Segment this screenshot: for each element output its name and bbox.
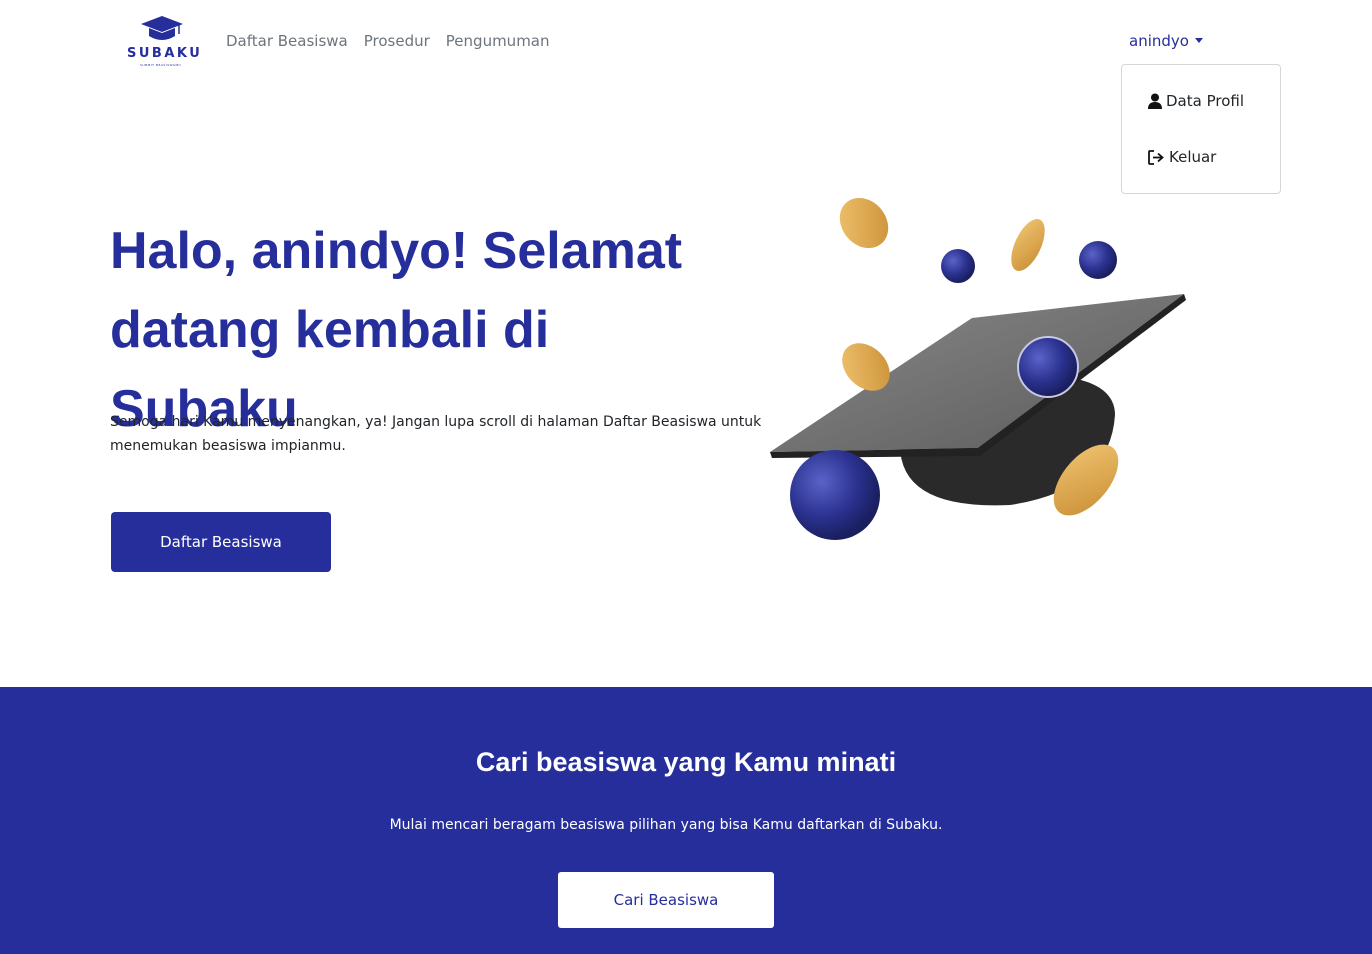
dropdown-label-keluar: Keluar <box>1169 148 1217 166</box>
search-cta-section: Cari beasiswa yang Kamu minati Mulai men… <box>0 687 1372 954</box>
user-menu-toggle[interactable]: anindyo <box>1129 32 1203 50</box>
nav-pengumuman[interactable]: Pengumuman <box>446 32 550 50</box>
user-dropdown-menu: Data Profil Keluar <box>1121 64 1281 194</box>
caret-down-icon <box>1194 37 1203 43</box>
dropdown-label-data-profil: Data Profil <box>1166 92 1244 110</box>
logo-tagline: SUBMIT BEASISWAMU <box>140 63 182 67</box>
username-label: anindyo <box>1129 32 1189 50</box>
dropdown-item-keluar[interactable]: Keluar <box>1148 148 1216 166</box>
logo-text: SUBAKU <box>127 46 203 61</box>
hero-description: Semoga hari Kamu menyenangkan, ya! Janga… <box>110 414 762 454</box>
logout-icon <box>1148 149 1164 165</box>
daftar-beasiswa-button[interactable]: Daftar Beasiswa <box>111 512 331 572</box>
cta-title: Cari beasiswa yang Kamu minati <box>475 747 897 777</box>
cari-beasiswa-button[interactable]: Cari Beasiswa <box>558 872 774 928</box>
user-icon <box>1148 93 1162 109</box>
nav-daftar-beasiswa[interactable]: Daftar Beasiswa <box>226 32 348 50</box>
graduation-cap-illustration <box>760 190 1200 550</box>
main-nav: Daftar Beasiswa Prosedur Pengumuman <box>226 32 550 50</box>
subaku-logo[interactable]: SUBAKU SUBMIT BEASISWAMU <box>124 14 203 67</box>
dropdown-item-data-profil[interactable]: Data Profil <box>1148 92 1244 110</box>
graduation-cap-logo-icon <box>141 16 183 40</box>
cta-subtitle: Mulai mencari beragam beasiswa pilihan y… <box>389 817 943 833</box>
nav-prosedur[interactable]: Prosedur <box>364 32 430 50</box>
